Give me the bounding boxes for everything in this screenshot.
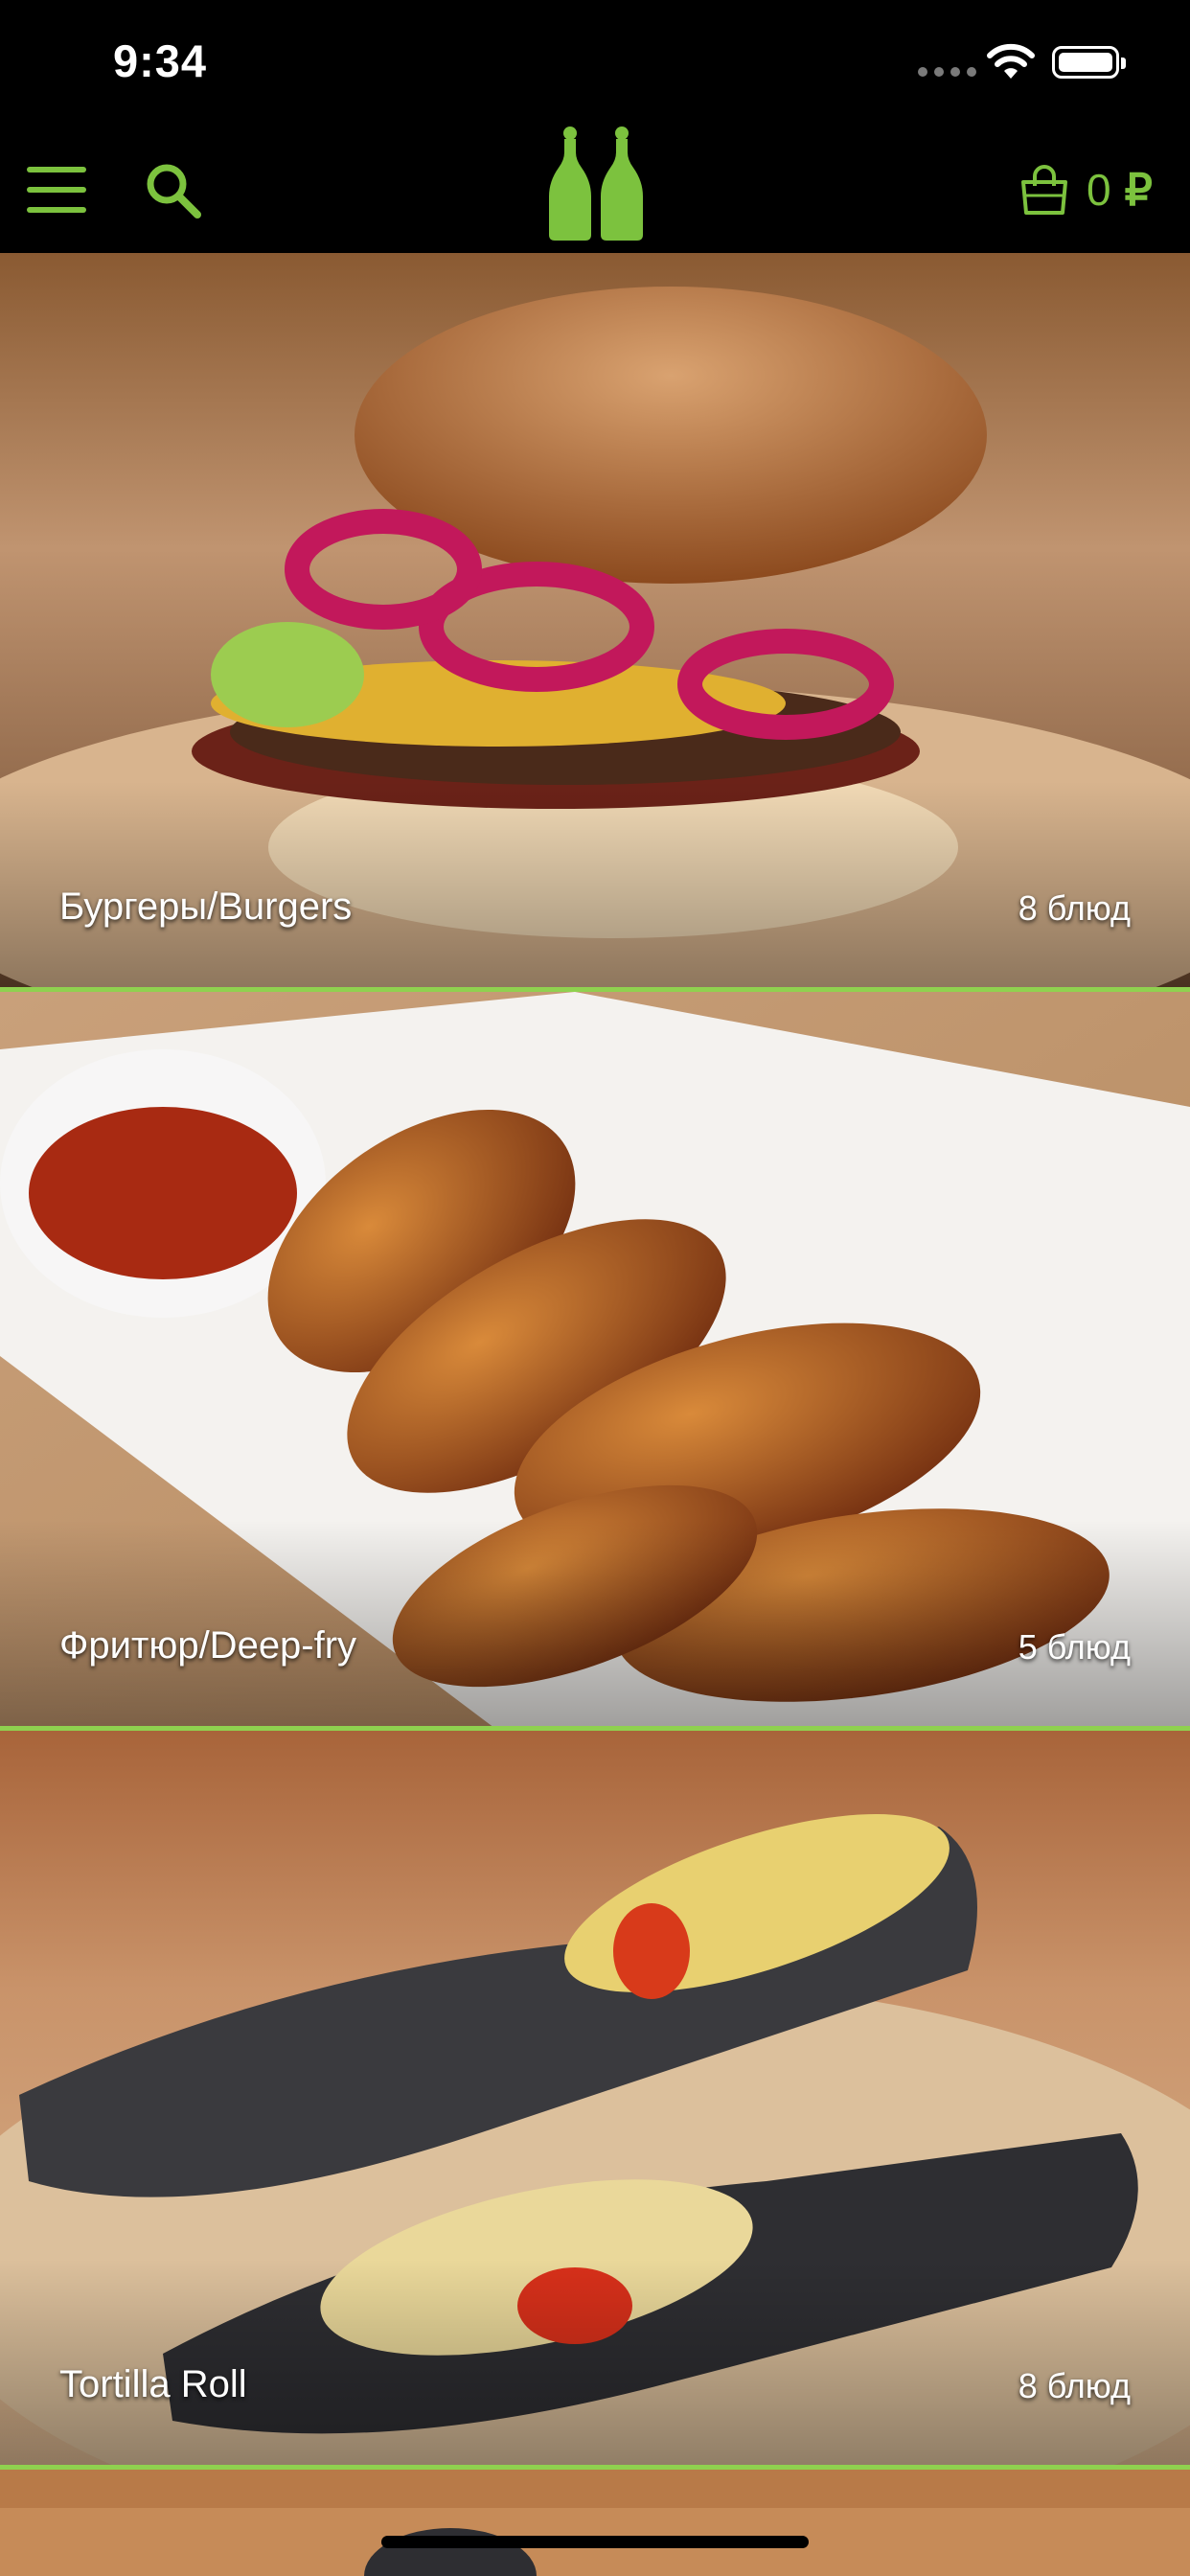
category-name: Фритюр/Deep-fry [59,1624,357,1667]
category-card-next[interactable] [0,2470,1190,2576]
category-name: Бургеры/Burgers [59,886,353,928]
battery-icon [1052,46,1126,79]
hamburger-menu-icon[interactable] [27,167,86,213]
category-dish-count: 5 блюд [1018,1627,1131,1667]
currency-symbol: ₽ [1124,165,1153,215]
category-card-tortilla-roll[interactable]: Tortilla Roll 8 блюд [0,1731,1190,2470]
cart-button[interactable]: 0 ₽ [1019,161,1153,218]
signal-icon [918,67,976,77]
wifi-icon [987,43,1035,79]
status-time: 9:34 [113,35,208,86]
shopping-bag-icon [1021,165,1067,215]
category-card-burgers[interactable]: Бургеры/Burgers 8 блюд [0,253,1190,992]
status-bar: 9:34 [0,0,1190,125]
next-category-photo [0,2470,1190,2576]
category-dish-count: 8 блюд [1018,2366,1131,2405]
home-indicator[interactable] [381,2536,809,2548]
salt-pepper-logo-icon[interactable] [546,125,646,242]
cart-count: 0 [1087,165,1111,215]
category-dish-count: 8 блюд [1018,888,1131,928]
category-name: Tortilla Roll [59,2363,247,2405]
nav-bar: 0 ₽ [0,125,1190,253]
search-icon[interactable] [142,159,203,220]
category-card-deep-fry[interactable]: Фритюр/Deep-fry 5 блюд [0,992,1190,1731]
